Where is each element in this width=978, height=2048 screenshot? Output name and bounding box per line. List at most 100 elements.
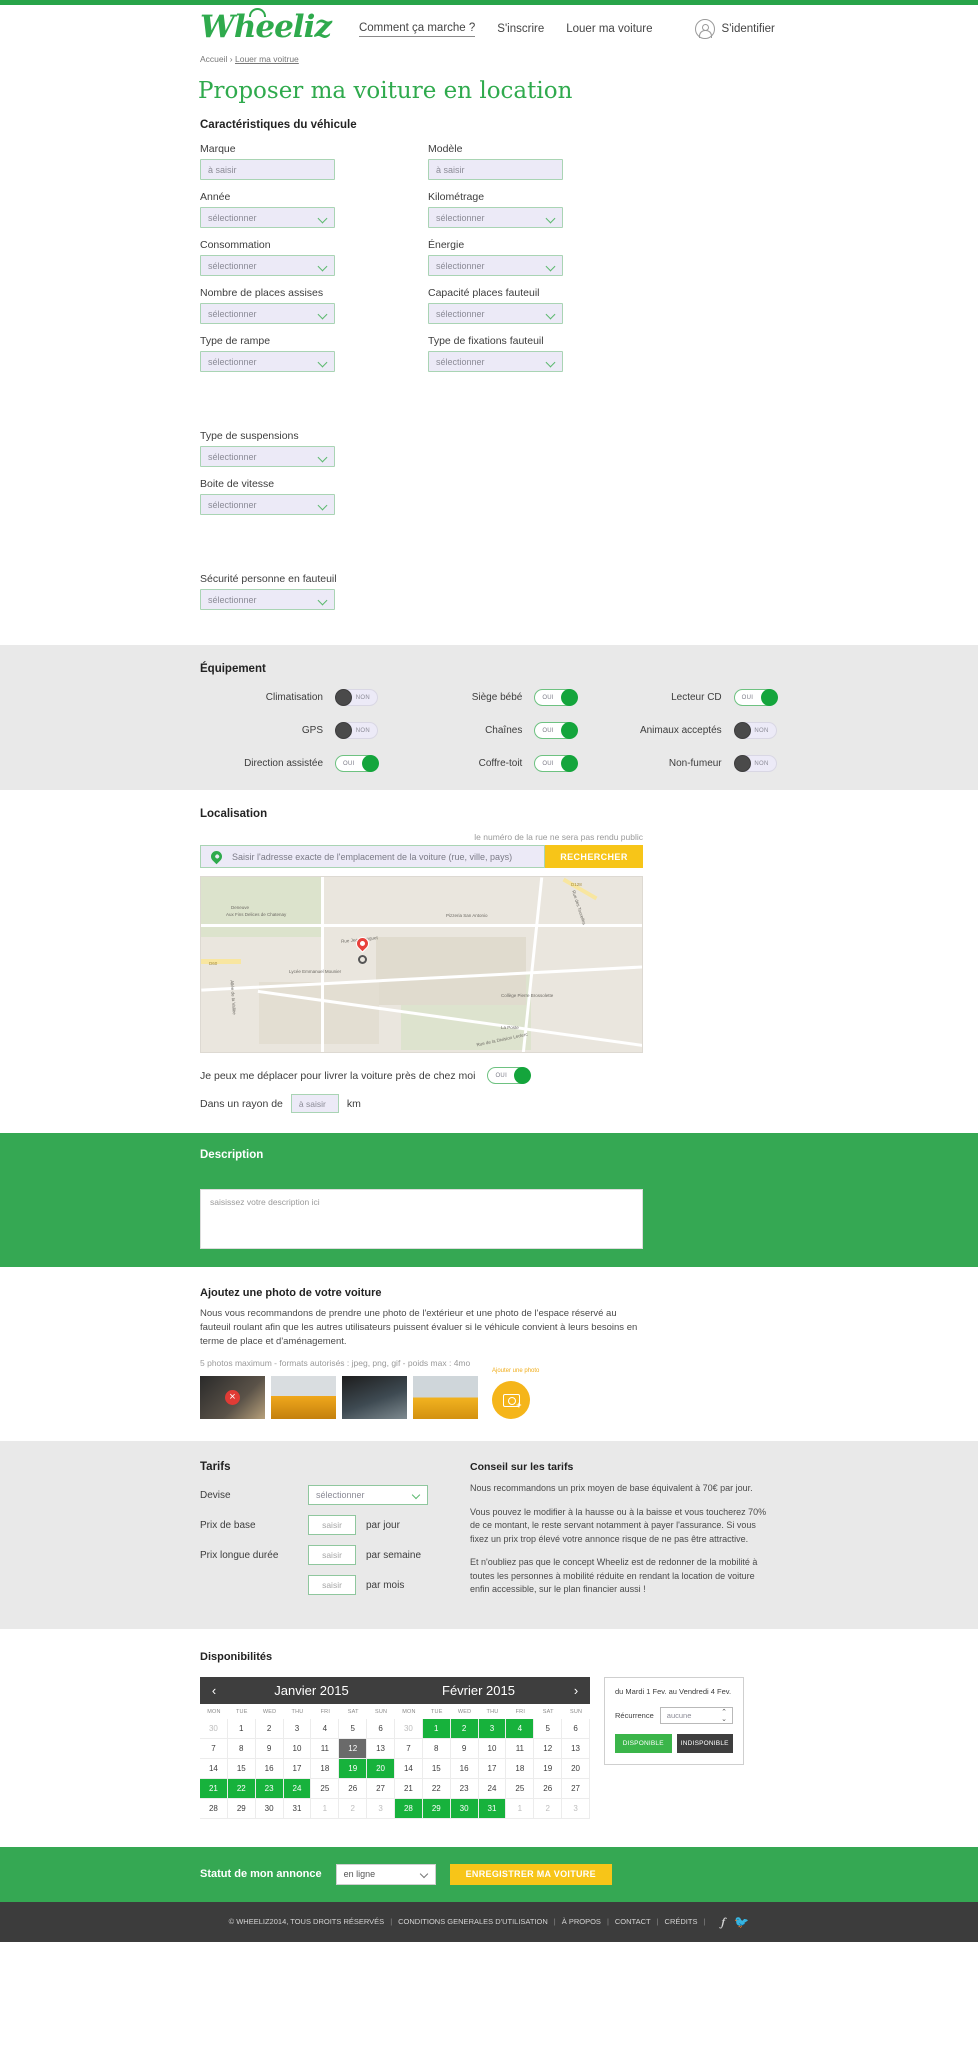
- select-energie[interactable]: sélectionner: [428, 255, 563, 276]
- toggle-non-fumeur[interactable]: NON: [733, 755, 777, 772]
- calendar-day-cell[interactable]: 19: [339, 1758, 368, 1779]
- input-prix-mois[interactable]: saisir: [308, 1575, 356, 1596]
- select-boite-vitesse[interactable]: sélectionner: [200, 494, 335, 515]
- calendar-day-cell[interactable]: 7: [200, 1738, 228, 1759]
- statut-select[interactable]: en ligne: [335, 1863, 436, 1885]
- calendar-day-cell[interactable]: 29: [422, 1798, 451, 1819]
- calendar-day-cell[interactable]: 11: [506, 1738, 535, 1759]
- calendar-day-cell[interactable]: 23: [450, 1778, 479, 1799]
- calendar-day-cell[interactable]: 30: [255, 1798, 284, 1819]
- calendar-day-cell[interactable]: 15: [422, 1758, 451, 1779]
- calendar-day-cell[interactable]: 17: [478, 1758, 507, 1779]
- select-places-assises[interactable]: sélectionner: [200, 303, 335, 324]
- chevron-left-icon[interactable]: ‹: [200, 1683, 228, 1698]
- toggle-climatisation[interactable]: NON: [335, 689, 378, 706]
- calendar-day-cell[interactable]: 22: [422, 1778, 451, 1799]
- calendar-day-cell[interactable]: 16: [450, 1758, 479, 1779]
- calendar-day-cell[interactable]: 29: [227, 1798, 256, 1819]
- disponible-button[interactable]: DISPONIBLE: [615, 1734, 672, 1754]
- photo-thumbnail[interactable]: ×: [200, 1376, 265, 1420]
- calendar-day-cell[interactable]: 3: [562, 1798, 590, 1819]
- calendar-day-cell[interactable]: 13: [562, 1738, 590, 1759]
- input-prix-base[interactable]: saisir: [308, 1515, 356, 1536]
- facebook-icon[interactable]: 𝆑: [721, 1916, 725, 1928]
- chevron-right-icon[interactable]: ›: [562, 1683, 590, 1698]
- photo-thumbnail[interactable]: [271, 1376, 336, 1420]
- close-icon[interactable]: ×: [225, 1390, 240, 1406]
- nav-louer-ma-voiture[interactable]: Louer ma voiture: [566, 23, 652, 35]
- calendar-day-cell[interactable]: 26: [339, 1778, 368, 1799]
- toggle-chaines[interactable]: OUI: [534, 722, 579, 739]
- calendar-day-cell[interactable]: 9: [255, 1738, 284, 1759]
- save-car-button[interactable]: ENREGISTRER MA VOITURE: [449, 1863, 612, 1885]
- radius-input[interactable]: à saisir: [290, 1094, 339, 1113]
- calendar-day-cell[interactable]: 23: [255, 1778, 284, 1799]
- input-modele[interactable]: à saisir: [428, 159, 563, 180]
- select-securite-fauteuil[interactable]: sélectionner: [200, 589, 335, 610]
- toggle-gps[interactable]: NON: [335, 722, 378, 739]
- breadcrumb-home[interactable]: Accueil: [200, 54, 227, 64]
- select-kilometrage[interactable]: sélectionner: [428, 207, 563, 228]
- footer-link-apropos[interactable]: À PROPOS: [562, 1917, 601, 1926]
- address-input[interactable]: Saisir l'adresse exacte de l'emplacement…: [200, 845, 545, 868]
- calendar-day-cell[interactable]: 31: [478, 1798, 507, 1819]
- description-textarea[interactable]: saisissez votre description ici: [200, 1189, 643, 1249]
- calendar-day-cell[interactable]: 17: [283, 1758, 312, 1779]
- calendar-day-cell[interactable]: 25: [311, 1778, 340, 1799]
- photo-thumbnail[interactable]: [342, 1376, 407, 1420]
- toggle-siege-bebe[interactable]: OUI: [534, 689, 579, 706]
- calendar-day-cell[interactable]: 31: [283, 1798, 312, 1819]
- calendar-day-cell[interactable]: 11: [311, 1738, 340, 1759]
- toggle-direction-assistee[interactable]: OUI: [335, 755, 379, 772]
- nav-comment-ca-marche[interactable]: Comment ça marche ?: [358, 22, 476, 37]
- calendar-day-cell[interactable]: 12: [534, 1738, 563, 1759]
- calendar-day-cell[interactable]: 27: [562, 1778, 590, 1799]
- calendar-day-cell[interactable]: 26: [534, 1778, 563, 1799]
- calendar-day-cell[interactable]: 13: [367, 1738, 395, 1759]
- select-suspensions[interactable]: sélectionner: [200, 446, 335, 467]
- calendar-day-cell[interactable]: 1: [506, 1798, 535, 1819]
- select-consommation[interactable]: sélectionner: [200, 255, 335, 276]
- calendar-day-cell[interactable]: 18: [311, 1758, 340, 1779]
- wheeliz-logo[interactable]: Wheeliz: [200, 8, 332, 45]
- breadcrumb-current[interactable]: Louer ma voitrue: [235, 54, 299, 64]
- login-link[interactable]: S'identifier: [694, 19, 775, 39]
- calendar-day-cell[interactable]: 10: [478, 1738, 507, 1759]
- calendar-day-cell[interactable]: 30: [450, 1798, 479, 1819]
- toggle-coffre-toit[interactable]: OUI: [534, 755, 579, 772]
- calendar-day-cell[interactable]: 4: [311, 1718, 340, 1739]
- calendar-day-cell[interactable]: 28: [200, 1798, 228, 1819]
- calendar-day-cell[interactable]: 16: [255, 1758, 284, 1779]
- calendar-day-cell[interactable]: 22: [227, 1778, 256, 1799]
- footer-link-credits[interactable]: CRÉDITS: [665, 1917, 698, 1926]
- calendar-day-cell[interactable]: 18: [506, 1758, 535, 1779]
- calendar-day-cell[interactable]: 25: [506, 1778, 535, 1799]
- input-marque[interactable]: à saisir: [200, 159, 335, 180]
- calendar-day-cell[interactable]: 14: [200, 1758, 228, 1779]
- calendar-day-cell[interactable]: 21: [395, 1778, 423, 1799]
- calendar-day-cell[interactable]: 7: [395, 1738, 423, 1759]
- calendar-day-cell[interactable]: 6: [562, 1718, 590, 1739]
- select-type-rampe[interactable]: sélectionner: [200, 351, 335, 372]
- calendar-day-cell[interactable]: 2: [450, 1718, 479, 1739]
- calendar-day-cell[interactable]: 12: [339, 1738, 368, 1759]
- calendar-day-cell[interactable]: 3: [283, 1718, 312, 1739]
- calendar-day-cell[interactable]: 21: [200, 1778, 228, 1799]
- calendar-day-cell[interactable]: 24: [478, 1778, 507, 1799]
- calendar-day-cell[interactable]: 2: [534, 1798, 563, 1819]
- calendar-day-cell[interactable]: 19: [534, 1758, 563, 1779]
- nav-sinscrire[interactable]: S'inscrire: [497, 23, 544, 35]
- calendar-day-cell[interactable]: 9: [450, 1738, 479, 1759]
- select-annee[interactable]: sélectionner: [200, 207, 335, 228]
- indisponible-button[interactable]: INDISPONIBLE: [676, 1734, 733, 1754]
- calendar-day-cell[interactable]: 30: [395, 1718, 423, 1739]
- calendar-day-cell[interactable]: 5: [339, 1718, 368, 1739]
- calendar-day-cell[interactable]: 1: [422, 1718, 451, 1739]
- calendar-day-cell[interactable]: 3: [478, 1718, 507, 1739]
- calendar-day-cell[interactable]: 8: [422, 1738, 451, 1759]
- select-fixations-fauteuil[interactable]: sélectionner: [428, 351, 563, 372]
- calendar-day-cell[interactable]: 4: [506, 1718, 535, 1739]
- calendar-day-cell[interactable]: 10: [283, 1738, 312, 1759]
- toggle-lecteur-cd[interactable]: OUI: [733, 689, 778, 706]
- input-prix-semaine[interactable]: saisir: [308, 1545, 356, 1566]
